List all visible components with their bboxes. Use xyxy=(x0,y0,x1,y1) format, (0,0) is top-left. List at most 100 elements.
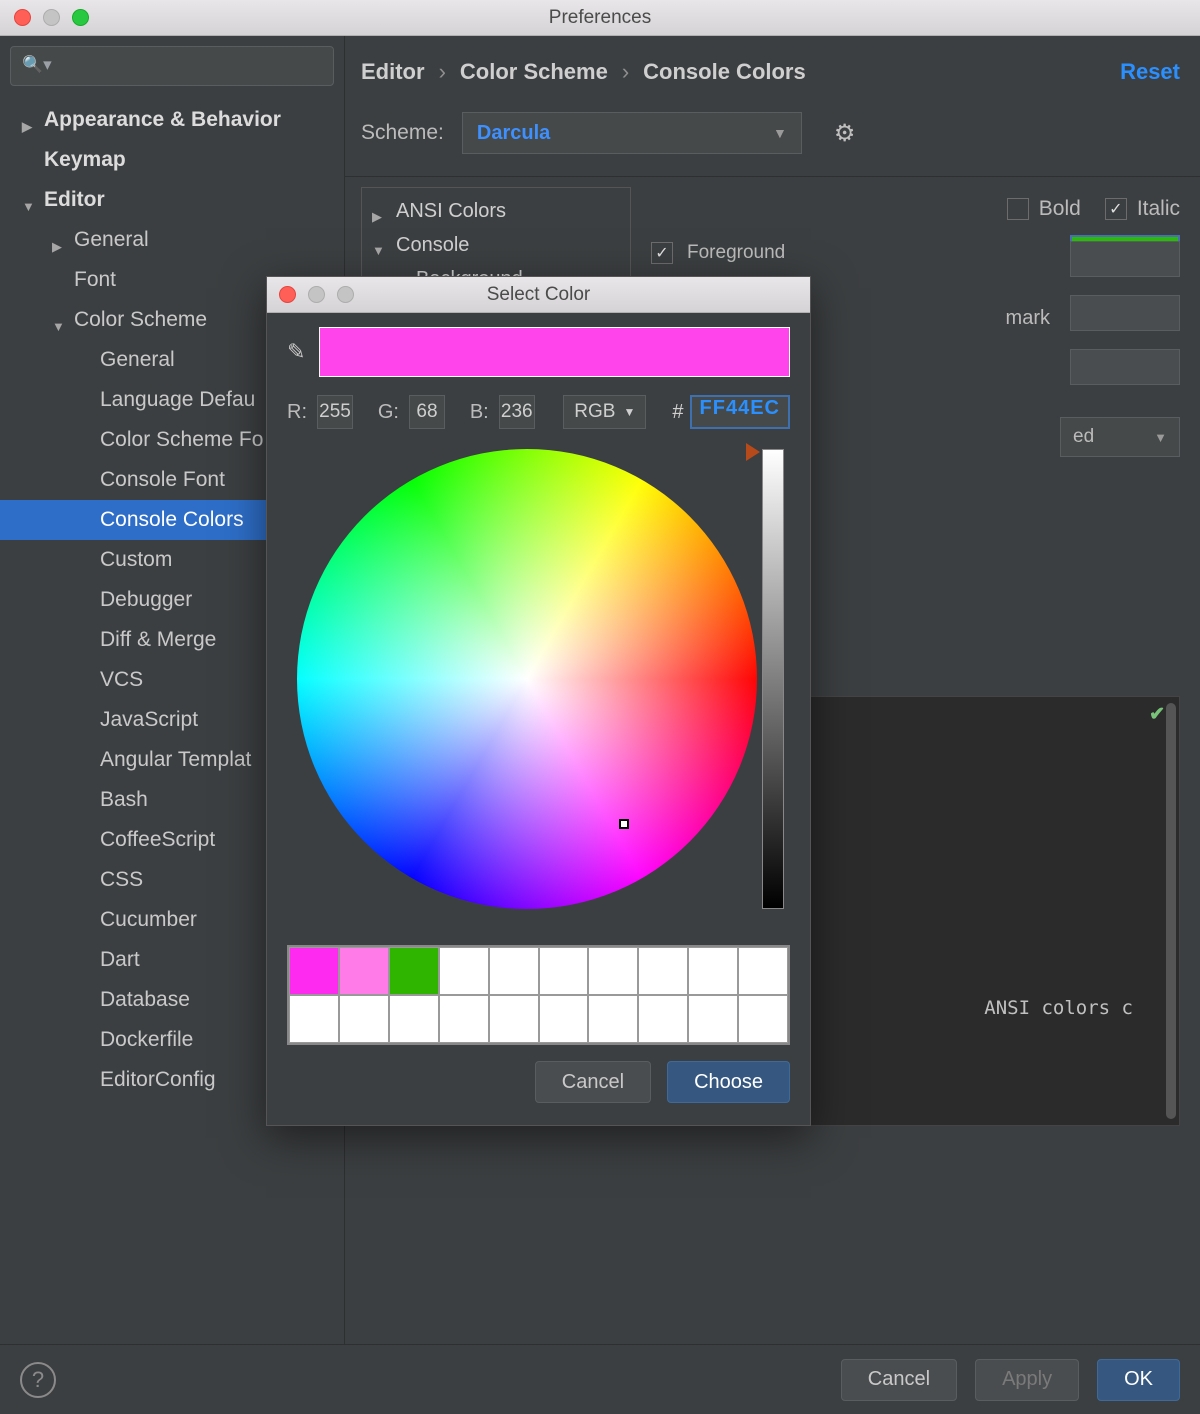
effects-color-swatch[interactable] xyxy=(1070,349,1180,385)
category-ansi-colors[interactable]: ANSI Colors xyxy=(396,200,506,223)
chevron-down-icon[interactable] xyxy=(22,193,36,207)
search-wrap: 🔍▾ xyxy=(0,36,344,94)
sidebar-item-label: Diff & Merge xyxy=(100,628,216,652)
chevron-right-icon[interactable] xyxy=(52,233,66,247)
swatch-cell[interactable] xyxy=(389,947,439,995)
apply-button[interactable]: Apply xyxy=(975,1359,1079,1401)
italic-checkbox[interactable] xyxy=(1105,198,1127,220)
reset-link[interactable]: Reset xyxy=(1120,59,1180,85)
zoom-window-button[interactable] xyxy=(72,9,89,26)
sidebar-item-label: EditorConfig xyxy=(100,1068,216,1092)
minimize-window-button[interactable] xyxy=(43,9,60,26)
help-button[interactable]: ? xyxy=(20,1362,56,1398)
sidebar-item-appearance-behavior[interactable]: Appearance & Behavior xyxy=(0,100,344,140)
color-wheel-cursor[interactable] xyxy=(619,819,629,829)
swatch-cell[interactable] xyxy=(638,947,688,995)
chevron-down-icon[interactable] xyxy=(372,238,386,252)
swatch-cell[interactable] xyxy=(738,947,788,995)
sidebar-item-label: General xyxy=(100,348,175,372)
minimize-dialog-button xyxy=(308,286,325,303)
sidebar-item-label: Bash xyxy=(100,788,148,812)
swatch-cell[interactable] xyxy=(588,995,638,1043)
category-console[interactable]: Console xyxy=(396,234,469,257)
inspection-ok-icon: ✔ xyxy=(1149,703,1165,726)
brightness-thumb[interactable] xyxy=(746,443,760,461)
r-input[interactable]: 255 xyxy=(317,395,353,429)
sidebar-item-general[interactable]: General xyxy=(0,220,344,260)
dialog-titlebar: Select Color xyxy=(267,277,810,313)
swatch-cell[interactable] xyxy=(289,995,339,1043)
eyedropper-icon[interactable]: ✎ xyxy=(287,339,305,365)
chevron-right-icon[interactable] xyxy=(22,113,36,127)
breadcrumb-color-scheme[interactable]: Color Scheme xyxy=(460,59,608,85)
swatch-cell[interactable] xyxy=(439,947,489,995)
swatch-cell[interactable] xyxy=(389,995,439,1043)
dialog-cancel-button[interactable]: Cancel xyxy=(535,1061,651,1103)
chevron-down-icon: ▼ xyxy=(773,125,787,141)
window-title: Preferences xyxy=(549,7,651,29)
scrollbar[interactable] xyxy=(1166,703,1176,1119)
swatch-cell[interactable] xyxy=(489,947,539,995)
search-input[interactable] xyxy=(10,46,334,86)
effects-type-dropdown[interactable]: ed ▼ xyxy=(1060,417,1180,457)
b-label: B: xyxy=(470,401,489,424)
effects-type-value: ed xyxy=(1073,426,1094,448)
divider xyxy=(345,176,1200,177)
b-input[interactable]: 236 xyxy=(499,395,535,429)
chevron-down-icon: ▼ xyxy=(1154,430,1167,445)
brightness-slider[interactable] xyxy=(762,449,784,909)
recent-colors-grid[interactable] xyxy=(287,945,790,1045)
cancel-button[interactable]: Cancel xyxy=(841,1359,957,1401)
gear-icon[interactable]: ⚙ xyxy=(834,119,856,148)
background-color-swatch[interactable] xyxy=(1070,241,1180,277)
sidebar-item-label: Color Scheme Fo xyxy=(100,428,263,452)
g-label: G: xyxy=(378,401,399,424)
swatch-cell[interactable] xyxy=(439,995,489,1043)
ok-button[interactable]: OK xyxy=(1097,1359,1180,1401)
hex-input[interactable]: FF44EC xyxy=(690,395,790,429)
breadcrumb-editor[interactable]: Editor xyxy=(361,59,425,85)
swatch-cell[interactable] xyxy=(489,995,539,1043)
sidebar-item-label: Dockerfile xyxy=(100,1028,193,1052)
color-wheel[interactable] xyxy=(297,449,757,909)
window-traffic-lights xyxy=(14,9,89,26)
swatch-cell[interactable] xyxy=(539,995,589,1043)
sidebar-item-editor[interactable]: Editor xyxy=(0,180,344,220)
sidebar-item-label: Custom xyxy=(100,548,172,572)
chevron-right-icon: › xyxy=(439,59,446,85)
sidebar-item-label: General xyxy=(74,228,149,252)
r-label: R: xyxy=(287,401,307,424)
color-mode-value: RGB xyxy=(574,401,615,423)
swatch-cell[interactable] xyxy=(638,995,688,1043)
chevron-down-icon: ▼ xyxy=(623,405,635,419)
sidebar-item-label: Language Defau xyxy=(100,388,255,412)
bold-label: Bold xyxy=(1039,197,1081,221)
swatch-cell[interactable] xyxy=(588,947,638,995)
swatch-cell[interactable] xyxy=(339,995,389,1043)
swatch-cell[interactable] xyxy=(688,995,738,1043)
swatch-cell[interactable] xyxy=(289,947,339,995)
breadcrumb-console-colors: Console Colors xyxy=(643,59,806,85)
scheme-dropdown[interactable]: Darcula ▼ xyxy=(462,112,802,154)
error-stripe-mark-label: mark xyxy=(1006,307,1050,330)
swatch-cell[interactable] xyxy=(738,995,788,1043)
foreground-checkbox[interactable] xyxy=(651,242,673,264)
color-mode-dropdown[interactable]: RGB ▼ xyxy=(563,395,646,429)
color-preview-bar xyxy=(319,327,790,377)
sidebar-item-label: Color Scheme xyxy=(74,308,207,332)
dialog-title: Select Color xyxy=(487,284,591,306)
close-dialog-button[interactable] xyxy=(279,286,296,303)
error-stripe-color-swatch[interactable] xyxy=(1070,295,1180,331)
sidebar-item-keymap[interactable]: Keymap xyxy=(0,140,344,180)
bold-checkbox[interactable] xyxy=(1007,198,1029,220)
g-input[interactable]: 68 xyxy=(409,395,445,429)
close-window-button[interactable] xyxy=(14,9,31,26)
swatch-cell[interactable] xyxy=(539,947,589,995)
chevron-right-icon[interactable] xyxy=(372,204,386,218)
swatch-cell[interactable] xyxy=(688,947,738,995)
sidebar-item-label: Dart xyxy=(100,948,140,972)
dialog-choose-button[interactable]: Choose xyxy=(667,1061,790,1103)
preview-text: ANSI colors c xyxy=(984,997,1133,1019)
swatch-cell[interactable] xyxy=(339,947,389,995)
chevron-down-icon[interactable] xyxy=(52,313,66,327)
